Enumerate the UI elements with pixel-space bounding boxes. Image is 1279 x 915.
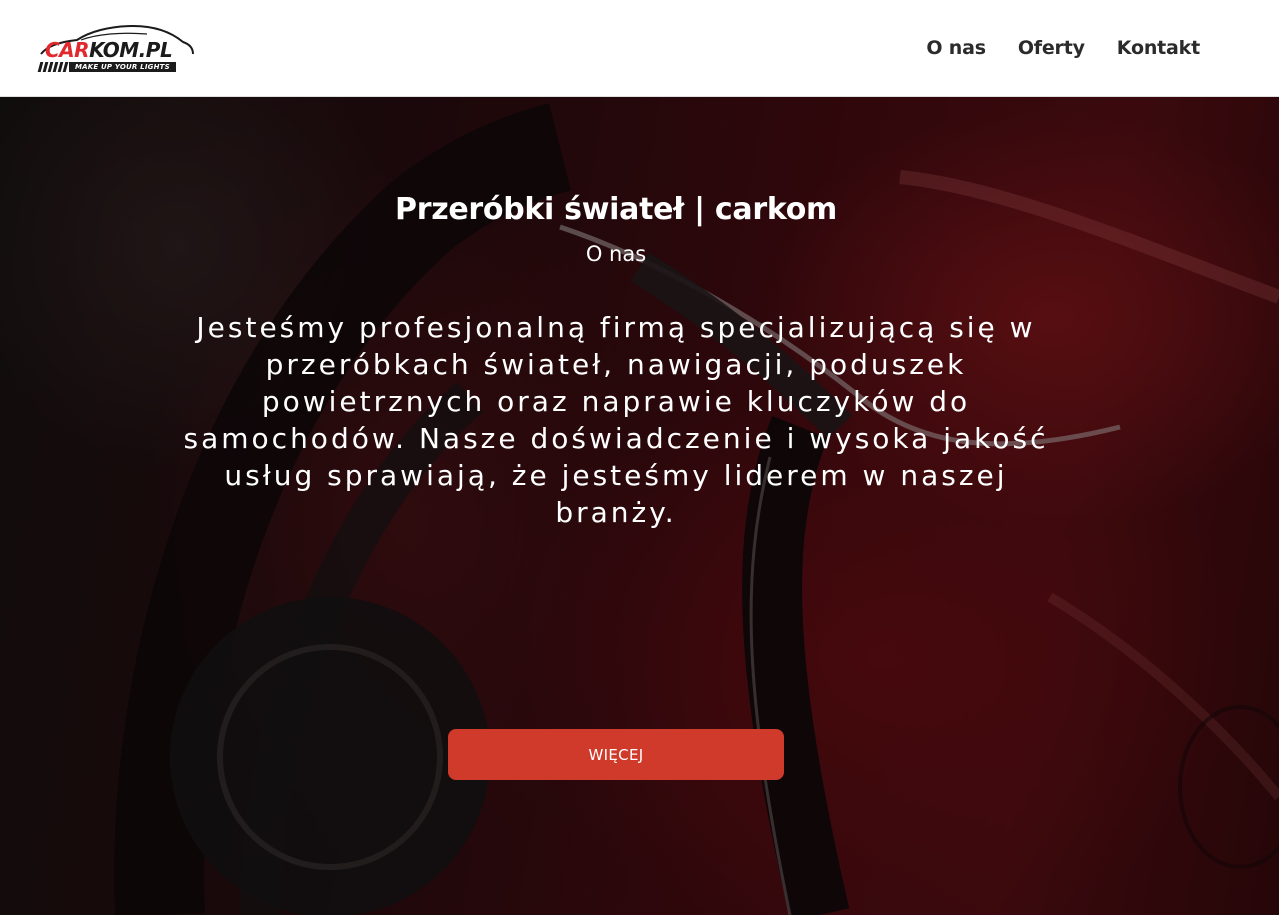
nav-link-kontakt[interactable]: Kontakt <box>1117 37 1200 59</box>
site-header: CARKOM.PL MAKE UP YOUR LIGHTS O nas Ofer… <box>0 0 1279 97</box>
more-button[interactable]: WIĘCEJ <box>448 729 784 780</box>
logo-tagline: MAKE UP YOUR LIGHTS <box>69 62 176 72</box>
logo-brand-kom: KOM.PL <box>89 38 173 62</box>
logo-wordmark: CARKOM.PL <box>45 38 173 62</box>
hero-title: Przeróbki świateł | carkom <box>395 192 837 227</box>
hero-description: Jesteśmy profesjonalną firmą specjalizuj… <box>183 311 1049 529</box>
logo-stripes <box>37 62 69 72</box>
nav-link-oferty[interactable]: Oferty <box>1018 37 1085 59</box>
main-nav: O nas Oferty Kontakt <box>926 37 1200 59</box>
logo-brand-car: CAR <box>45 38 90 62</box>
hero-section: Przeróbki świateł | carkom O nas Jesteśm… <box>0 97 1279 915</box>
nav-link-o-nas[interactable]: O nas <box>926 37 986 59</box>
hero-subtitle: O nas <box>585 242 647 266</box>
carkom-logo[interactable]: CARKOM.PL MAKE UP YOUR LIGHTS <box>37 20 197 76</box>
